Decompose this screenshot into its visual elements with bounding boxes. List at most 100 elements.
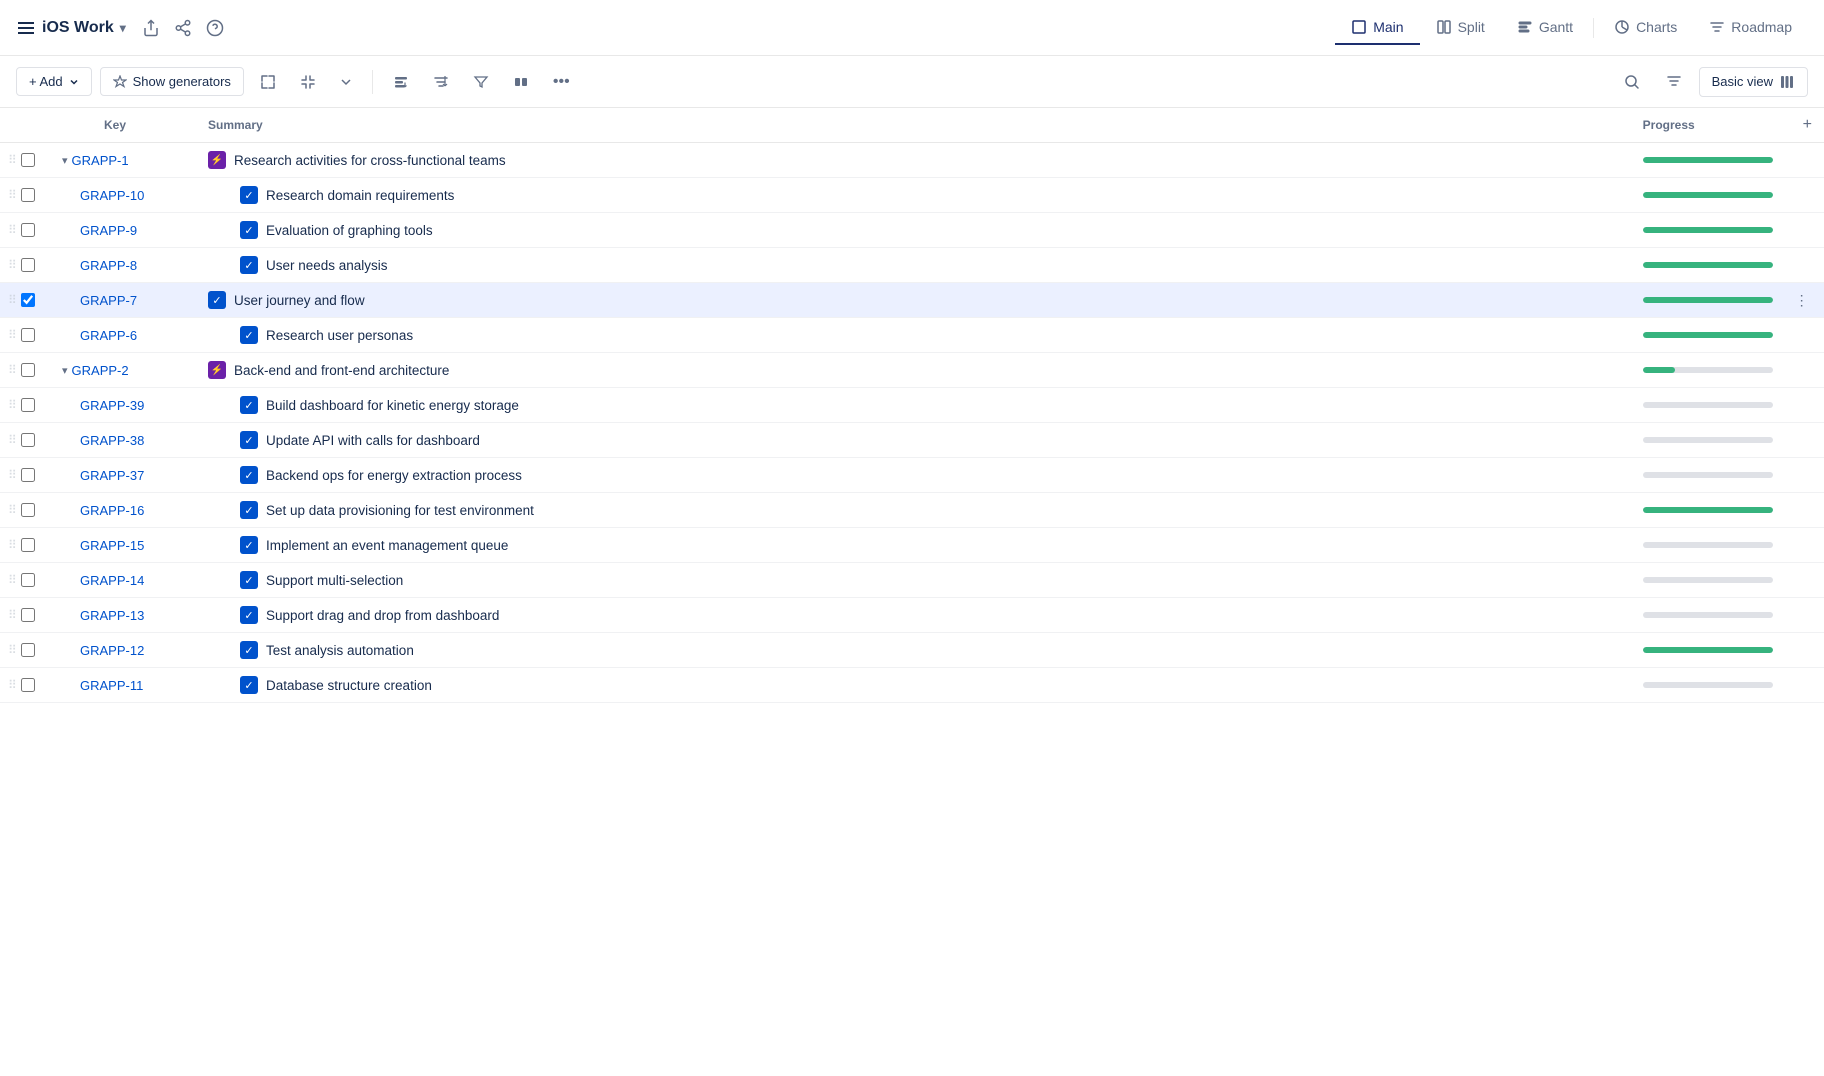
tab-roadmap[interactable]: Roadmap [1693,11,1808,45]
row-checkbox[interactable] [21,433,35,447]
drag-handle[interactable]: ⠿ [8,678,17,692]
drag-handle[interactable]: ⠿ [8,538,17,552]
advanced-filter-button[interactable] [1657,67,1691,97]
basic-view-button[interactable]: Basic view [1699,67,1808,97]
summary-text[interactable]: Database structure creation [266,678,432,693]
drag-handle[interactable]: ⠿ [8,328,17,342]
tab-charts[interactable]: Charts [1598,11,1693,45]
summary-text[interactable]: Set up data provisioning for test enviro… [266,503,534,518]
key-cell: GRAPP-39 [56,388,196,423]
row-checkbox[interactable] [21,153,35,167]
key-text[interactable]: GRAPP-8 [80,258,137,273]
drag-handle[interactable]: ⠿ [8,363,17,377]
drag-handle[interactable]: ⠿ [8,433,17,447]
add-column-button[interactable]: + [1803,116,1812,134]
summary-text[interactable]: Test analysis automation [266,643,414,658]
key-col-header[interactable]: Key [56,108,196,143]
summary-text[interactable]: Research domain requirements [266,188,454,203]
connect-icon[interactable] [174,19,192,37]
summary-text[interactable]: Research activities for cross-functional… [234,153,506,168]
tab-split[interactable]: Split [1420,11,1501,45]
drag-handle[interactable]: ⠿ [8,398,17,412]
drag-handle[interactable]: ⠿ [8,573,17,587]
hide-button[interactable] [505,68,537,96]
share-icon[interactable] [142,19,160,37]
expand-all-button[interactable] [252,68,284,96]
collapse-all-button[interactable] [292,68,324,96]
drag-handle[interactable]: ⠿ [8,608,17,622]
row-checkbox[interactable] [21,328,35,342]
table-row: ⠿ GRAPP-11 ✓ Database structure creation [0,668,1824,703]
key-text[interactable]: GRAPP-37 [80,468,144,483]
filter-button[interactable] [465,68,497,96]
row-checkbox[interactable] [21,678,35,692]
row-checkbox[interactable] [21,538,35,552]
row-checkbox[interactable] [21,503,35,517]
more-button[interactable]: ••• [545,67,578,97]
chevron-down-button[interactable] [332,70,360,94]
drag-handle[interactable]: ⠿ [8,468,17,482]
summary-text[interactable]: Support drag and drop from dashboard [266,608,499,623]
app-title[interactable]: iOS Work ▾ [16,18,126,38]
group-by-button[interactable] [385,68,417,96]
summary-text[interactable]: Research user personas [266,328,413,343]
summary-text[interactable]: Support multi-selection [266,573,403,588]
key-text[interactable]: GRAPP-11 [80,678,143,693]
key-text[interactable]: GRAPP-39 [80,398,144,413]
key-text[interactable]: GRAPP-6 [80,328,137,343]
table-container[interactable]: Key Summary Progress + ⠿ ▾ GRAPP-1 ⚡ Res… [0,108,1824,1076]
drag-handle[interactable]: ⠿ [8,223,17,237]
drag-handle[interactable]: ⠿ [8,643,17,657]
key-text[interactable]: GRAPP-2 [72,363,129,378]
drag-handle[interactable]: ⠿ [8,503,17,517]
key-text[interactable]: GRAPP-9 [80,223,137,238]
show-generators-button[interactable]: Show generators [100,67,244,96]
tab-gantt[interactable]: Gantt [1501,11,1589,45]
key-text[interactable]: GRAPP-14 [80,573,144,588]
add-col-header[interactable]: + [1791,108,1824,143]
key-text[interactable]: GRAPP-15 [80,538,144,553]
key-text[interactable]: GRAPP-38 [80,433,144,448]
row-checkbox[interactable] [21,188,35,202]
summary-text[interactable]: Build dashboard for kinetic energy stora… [266,398,519,413]
summary-text[interactable]: Evaluation of graphing tools [266,223,433,238]
drag-handle[interactable]: ⠿ [8,188,17,202]
add-button[interactable]: + Add [16,67,92,96]
expand-button[interactable]: ▾ [60,364,70,377]
key-text[interactable]: GRAPP-1 [72,153,129,168]
row-checkbox[interactable] [21,643,35,657]
expand-button[interactable]: ▾ [60,154,70,167]
help-icon[interactable] [206,19,224,37]
summary-text[interactable]: Update API with calls for dashboard [266,433,480,448]
row-checkbox[interactable] [21,258,35,272]
row-checkbox[interactable] [21,468,35,482]
row-checkbox[interactable] [21,363,35,377]
summary-text[interactable]: User needs analysis [266,258,388,273]
progress-cell [1631,353,1791,388]
summary-text[interactable]: Backend ops for energy extraction proces… [266,468,522,483]
key-text[interactable]: GRAPP-12 [80,643,144,658]
row-checkbox[interactable] [21,573,35,587]
row-checkbox[interactable] [21,398,35,412]
row-checkbox[interactable] [21,608,35,622]
key-text[interactable]: GRAPP-13 [80,608,144,623]
done-icon: ✓ [240,606,258,624]
progress-col-header[interactable]: Progress [1631,108,1791,143]
search-button[interactable] [1615,67,1649,97]
row-checkbox[interactable] [21,223,35,237]
row-more-icon[interactable]: ⋮ [1795,292,1809,308]
drag-handle[interactable]: ⠿ [8,258,17,272]
key-text[interactable]: GRAPP-16 [80,503,144,518]
drag-handle[interactable]: ⠿ [8,293,17,307]
key-text[interactable]: GRAPP-7 [80,293,137,308]
key-text[interactable]: GRAPP-10 [80,188,144,203]
summary-text[interactable]: Implement an event management queue [266,538,508,553]
drag-handle[interactable]: ⠿ [8,153,17,167]
summary-col-header[interactable]: Summary [196,108,1631,143]
summary-text[interactable]: Back-end and front-end architecture [234,363,449,378]
tab-main[interactable]: Main [1335,11,1419,45]
row-checkbox[interactable] [21,293,35,307]
sort-button[interactable] [425,68,457,96]
summary-text[interactable]: User journey and flow [234,293,365,308]
summary-cell: ✓ Database structure creation [196,668,1631,703]
